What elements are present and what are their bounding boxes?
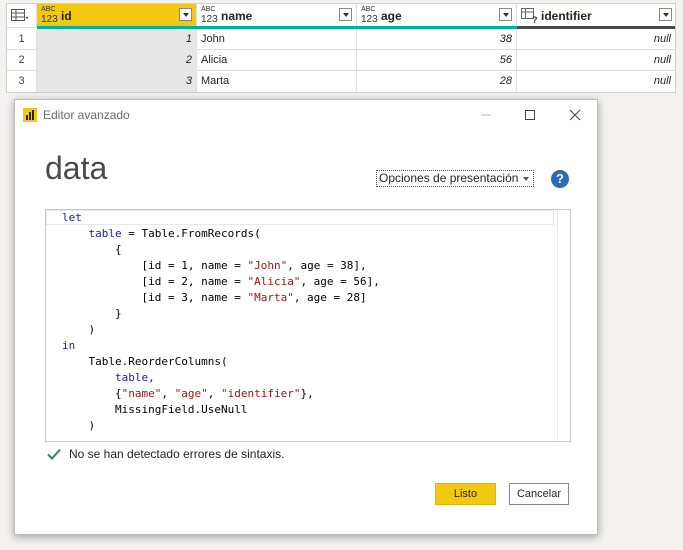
code-line: let bbox=[62, 211, 82, 224]
code-line: [id = 3, name = "Marta", age = 28] bbox=[141, 291, 367, 304]
query-name-heading: data bbox=[45, 150, 108, 186]
cell-identifier[interactable]: null bbox=[517, 71, 675, 92]
code-line: } bbox=[114, 307, 122, 320]
cell-age[interactable]: 38 bbox=[357, 29, 517, 50]
svg-text:?: ? bbox=[532, 15, 538, 24]
code-line: { bbox=[114, 243, 122, 256]
code-line: [id = 1, name = "John", age = 38], bbox=[141, 259, 367, 272]
minimize-icon bbox=[481, 114, 491, 116]
code-line: MissingField.UseNull bbox=[114, 403, 248, 416]
power-bi-icon bbox=[23, 108, 37, 122]
column-filter-button-id[interactable] bbox=[179, 8, 192, 21]
cancel-button[interactable]: Cancelar bbox=[509, 483, 569, 505]
column-header-identifier[interactable]: ? identifier bbox=[517, 4, 675, 28]
cell-identifier[interactable]: null bbox=[517, 29, 675, 50]
column-filter-button-identifier[interactable] bbox=[659, 8, 672, 21]
code-line: Table.ReorderColumns( bbox=[88, 355, 228, 368]
cell-id[interactable]: 3 bbox=[37, 71, 197, 92]
row-number: 1 bbox=[7, 29, 37, 50]
display-options-dropdown[interactable]: Opciones de presentación bbox=[376, 170, 534, 187]
grid-header: ABC 123 id ABC 123 name ABC 123 age ? id… bbox=[7, 4, 675, 29]
code-line: [id = 2, name = "Alicia", age = 56], bbox=[141, 275, 380, 288]
help-icon[interactable]: ? bbox=[551, 170, 569, 188]
data-grid: ABC 123 id ABC 123 name ABC 123 age ? id… bbox=[6, 3, 676, 93]
chevron-down-icon bbox=[523, 177, 529, 181]
type-any-icon: ABC 123 bbox=[361, 6, 378, 25]
table-menu-button[interactable] bbox=[7, 4, 37, 28]
maximize-icon bbox=[525, 110, 535, 120]
editor-scrollbar[interactable] bbox=[557, 210, 570, 441]
code-line: in bbox=[62, 339, 76, 352]
cell-name[interactable]: John bbox=[197, 29, 357, 50]
current-line-highlight bbox=[46, 210, 554, 225]
row-number: 3 bbox=[7, 71, 37, 92]
column-filter-button-name[interactable] bbox=[339, 8, 352, 21]
cell-identifier[interactable]: null bbox=[517, 50, 675, 71]
code-line: table = Table.FromRecords( bbox=[88, 227, 261, 240]
cell-age[interactable]: 56 bbox=[357, 50, 517, 71]
cell-name[interactable]: Alicia bbox=[197, 50, 357, 71]
table-row: 1 1 John 38 null bbox=[7, 29, 675, 50]
column-filter-button-age[interactable] bbox=[499, 8, 512, 21]
table-icon bbox=[11, 9, 29, 21]
dialog-titlebar[interactable]: Editor avanzado bbox=[15, 100, 597, 130]
column-label-id: id bbox=[61, 9, 72, 23]
code-line: ) bbox=[88, 419, 96, 432]
column-header-id[interactable]: ABC 123 id bbox=[37, 4, 197, 28]
dialog-title: Editor avanzado bbox=[43, 108, 130, 122]
type-unknown-icon: ? bbox=[521, 8, 538, 24]
code-line: table, bbox=[114, 371, 155, 384]
column-label-name: name bbox=[221, 9, 253, 23]
code-editor[interactable]: let table = Table.FromRecords( { [id = 1… bbox=[45, 209, 571, 442]
close-button[interactable] bbox=[564, 104, 586, 126]
column-header-name[interactable]: ABC 123 name bbox=[197, 4, 357, 28]
display-options-label: Opciones de presentación bbox=[379, 171, 519, 185]
cell-id[interactable]: 2 bbox=[37, 50, 197, 71]
column-label-age: age bbox=[381, 9, 402, 23]
cell-age[interactable]: 28 bbox=[357, 71, 517, 92]
column-header-age[interactable]: ABC 123 age bbox=[357, 4, 517, 28]
maximize-button[interactable] bbox=[519, 104, 541, 126]
cell-id[interactable]: 1 bbox=[37, 29, 197, 50]
type-any-icon: ABC 123 bbox=[201, 6, 218, 25]
row-number: 2 bbox=[7, 50, 37, 71]
column-label-identifier: identifier bbox=[541, 9, 592, 23]
done-button[interactable]: Listo bbox=[435, 483, 496, 505]
type-any-icon: ABC 123 bbox=[41, 6, 58, 25]
cell-name[interactable]: Marta bbox=[197, 71, 357, 92]
syntax-status-text: No se han detectado errores de sintaxis. bbox=[69, 447, 285, 461]
checkmark-icon bbox=[47, 448, 61, 460]
close-icon bbox=[569, 109, 581, 121]
table-row: 2 2 Alicia 56 null bbox=[7, 50, 675, 71]
advanced-editor-dialog: Editor avanzado data Opciones de present… bbox=[14, 99, 598, 535]
minimize-button[interactable] bbox=[475, 104, 497, 126]
table-row: 3 3 Marta 28 null bbox=[7, 71, 675, 92]
code-line: ) bbox=[88, 323, 96, 336]
code-line: {"name", "age", "identifier"}, bbox=[114, 387, 314, 400]
